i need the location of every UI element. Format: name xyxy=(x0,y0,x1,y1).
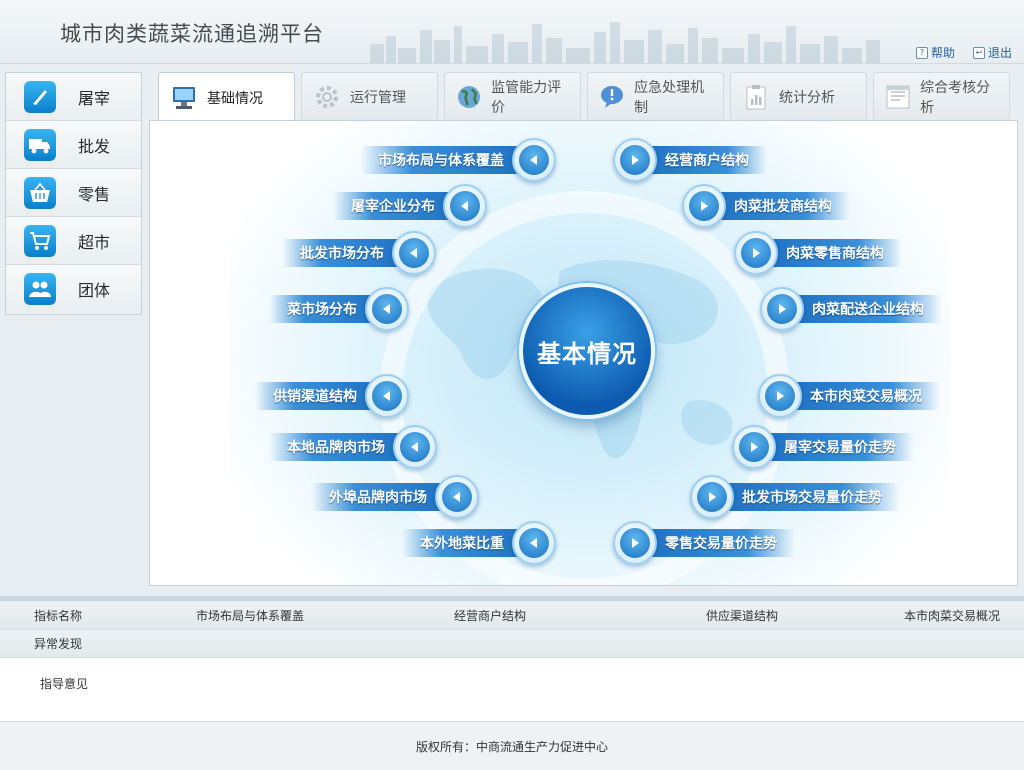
node-label: 批发市场交易量价走势 xyxy=(712,483,900,511)
truck-icon xyxy=(24,128,56,161)
sidebar-item-label: 团体 xyxy=(78,281,111,300)
tab-label: 运行管理 xyxy=(350,90,406,106)
help-label: 帮助 xyxy=(930,46,955,60)
tab-supervision-evaluation[interactable]: 监管能力评价 xyxy=(444,72,581,121)
help-icon: ? xyxy=(915,46,928,59)
indicator-row: 指标名称 市场布局与体系覆盖 经营商户结构 供应渠道结构 本市肉菜交易概况 xyxy=(0,602,1024,630)
tab-comprehensive-assessment[interactable]: 综合考核分析 xyxy=(873,72,1010,121)
sidebar-item-supermarket[interactable]: 超市 xyxy=(6,217,141,265)
tab-label: 综合考核分析 xyxy=(920,80,991,116)
help-link[interactable]: ? 帮助 xyxy=(915,44,955,61)
sidebar-item-label: 零售 xyxy=(78,184,111,204)
node-retailer-structure[interactable]: 肉菜零售商结构 xyxy=(734,231,902,275)
node-label: 肉菜配送企业结构 xyxy=(782,295,942,323)
tab-label: 统计分析 xyxy=(779,90,835,106)
sidebar-item-retail[interactable]: 零售 xyxy=(6,169,141,217)
tab-operation-management[interactable]: 运行管理 xyxy=(301,72,438,121)
node-market-layout[interactable]: 市场布局与体系覆盖 xyxy=(360,138,556,182)
anomaly-label: 异常发现 xyxy=(34,637,83,651)
arrow-right-icon xyxy=(682,184,726,228)
guidance-row: 指导意见 xyxy=(0,658,1024,722)
arrow-left-icon xyxy=(365,374,409,418)
node-local-brand-meat[interactable]: 本地品牌肉市场 xyxy=(269,425,437,469)
arrow-right-icon xyxy=(732,425,776,469)
logout-link[interactable]: ↩ 退出 xyxy=(972,44,1012,61)
tab-statistical-analysis[interactable]: 统计分析 xyxy=(730,72,867,121)
arrow-right-icon xyxy=(758,374,802,418)
tab-basic-situation[interactable]: 基础情况 xyxy=(158,72,295,122)
node-vegetable-market-distribution[interactable]: 菜市场分布 xyxy=(269,287,409,331)
node-wholesale-volume-price-trend[interactable]: 批发市场交易量价走势 xyxy=(690,475,900,519)
logout-icon: ↩ xyxy=(972,46,985,59)
center-basic-situation-button[interactable]: 基本情况 xyxy=(519,283,655,419)
arrow-left-icon xyxy=(392,231,436,275)
logout-label: 退出 xyxy=(987,46,1012,60)
sidebar-item-label: 屠宰 xyxy=(78,88,111,108)
footer: 版权所有：中商流通生产力促进中心 xyxy=(0,722,1024,770)
tab-emergency-mechanism[interactable]: 应急处理机制 xyxy=(587,72,724,121)
node-city-trade-overview[interactable]: 本市肉菜交易概况 xyxy=(758,374,940,418)
arrow-right-icon xyxy=(613,521,657,565)
header-links: ? 帮助 ↩ 退出 xyxy=(915,44,1012,61)
group-icon xyxy=(24,273,56,305)
basket-icon xyxy=(24,176,56,209)
node-retail-volume-price-trend[interactable]: 零售交易量价走势 xyxy=(613,521,795,565)
report-icon xyxy=(884,82,912,112)
alert-bubble-icon xyxy=(598,82,626,112)
anomaly-row: 异常发现 xyxy=(0,630,1024,658)
tab-bar: 基础情况 运行管理 监管能力评价 应急处理机制 统计分析 综合考核分析 xyxy=(158,72,1010,122)
header: 城市肉类蔬菜流通追溯平台 ? 帮助 ↩ 退出 xyxy=(0,0,1024,64)
arrow-left-icon xyxy=(435,475,479,519)
arrow-right-icon xyxy=(690,475,734,519)
tab-label: 应急处理机制 xyxy=(634,80,705,116)
clipboard-icon xyxy=(741,82,771,112)
arrow-left-icon xyxy=(393,425,437,469)
indicator-value: 经营商户结构 xyxy=(454,609,527,623)
node-slaughter-volume-price-trend[interactable]: 屠宰交易量价走势 xyxy=(732,425,914,469)
indicator-value: 本市肉菜交易概况 xyxy=(904,609,1001,623)
app-title: 城市肉类蔬菜流通追溯平台 xyxy=(60,22,324,46)
arrow-right-icon xyxy=(760,287,804,331)
indicator-name-label: 指标名称 xyxy=(34,609,83,623)
tab-label: 基础情况 xyxy=(207,90,263,107)
node-supply-channel[interactable]: 供销渠道结构 xyxy=(255,374,409,418)
guidance-label: 指导意见 xyxy=(40,677,89,691)
arrow-left-icon xyxy=(443,184,487,228)
node-external-brand-meat[interactable]: 外埠品牌肉市场 xyxy=(311,475,479,519)
main-panel: 基本情况 市场布局与体系覆盖 屠宰企业分布 批发市场分布 菜市场分布 供销渠道结… xyxy=(149,120,1018,586)
sidebar-item-slaughter[interactable]: 屠宰 xyxy=(6,73,141,121)
globe-icon xyxy=(455,82,483,112)
sidebar-item-label: 批发 xyxy=(78,136,111,156)
city-skyline-decoration xyxy=(370,22,880,63)
node-label: 本市肉菜交易概况 xyxy=(780,382,940,410)
arrow-right-icon xyxy=(734,231,778,275)
node-label: 屠宰交易量价走势 xyxy=(754,433,914,461)
node-local-external-vegetable-ratio[interactable]: 本外地菜比重 xyxy=(402,521,556,565)
indicator-value: 市场布局与体系覆盖 xyxy=(196,609,305,623)
node-label: 零售交易量价走势 xyxy=(635,529,795,557)
node-merchant-structure[interactable]: 经营商户结构 xyxy=(613,138,767,182)
section-divider xyxy=(0,596,1024,601)
knife-icon xyxy=(24,80,56,113)
sidebar: 屠宰 批发 零售 超市 团体 xyxy=(5,72,142,315)
node-distribution-enterprise-structure[interactable]: 肉菜配送企业结构 xyxy=(760,287,942,331)
arrow-left-icon xyxy=(512,138,556,182)
cart-icon xyxy=(24,224,56,257)
node-wholesaler-structure[interactable]: 肉菜批发商结构 xyxy=(682,184,850,228)
tab-label: 监管能力评价 xyxy=(491,80,562,116)
sidebar-item-wholesale[interactable]: 批发 xyxy=(6,121,141,169)
sidebar-item-group[interactable]: 团体 xyxy=(6,265,141,313)
arrow-left-icon xyxy=(512,521,556,565)
arrow-right-icon xyxy=(613,138,657,182)
indicator-value: 供应渠道结构 xyxy=(706,609,779,623)
copyright-text: 版权所有：中商流通生产力促进中心 xyxy=(415,739,608,754)
node-slaughter-distribution[interactable]: 屠宰企业分布 xyxy=(333,184,487,228)
node-label: 市场布局与体系覆盖 xyxy=(360,146,534,174)
arrow-left-icon xyxy=(365,287,409,331)
node-wholesale-distribution[interactable]: 批发市场分布 xyxy=(282,231,436,275)
monitor-icon xyxy=(169,83,199,113)
gear-icon xyxy=(312,82,342,112)
sidebar-item-label: 超市 xyxy=(78,232,111,252)
